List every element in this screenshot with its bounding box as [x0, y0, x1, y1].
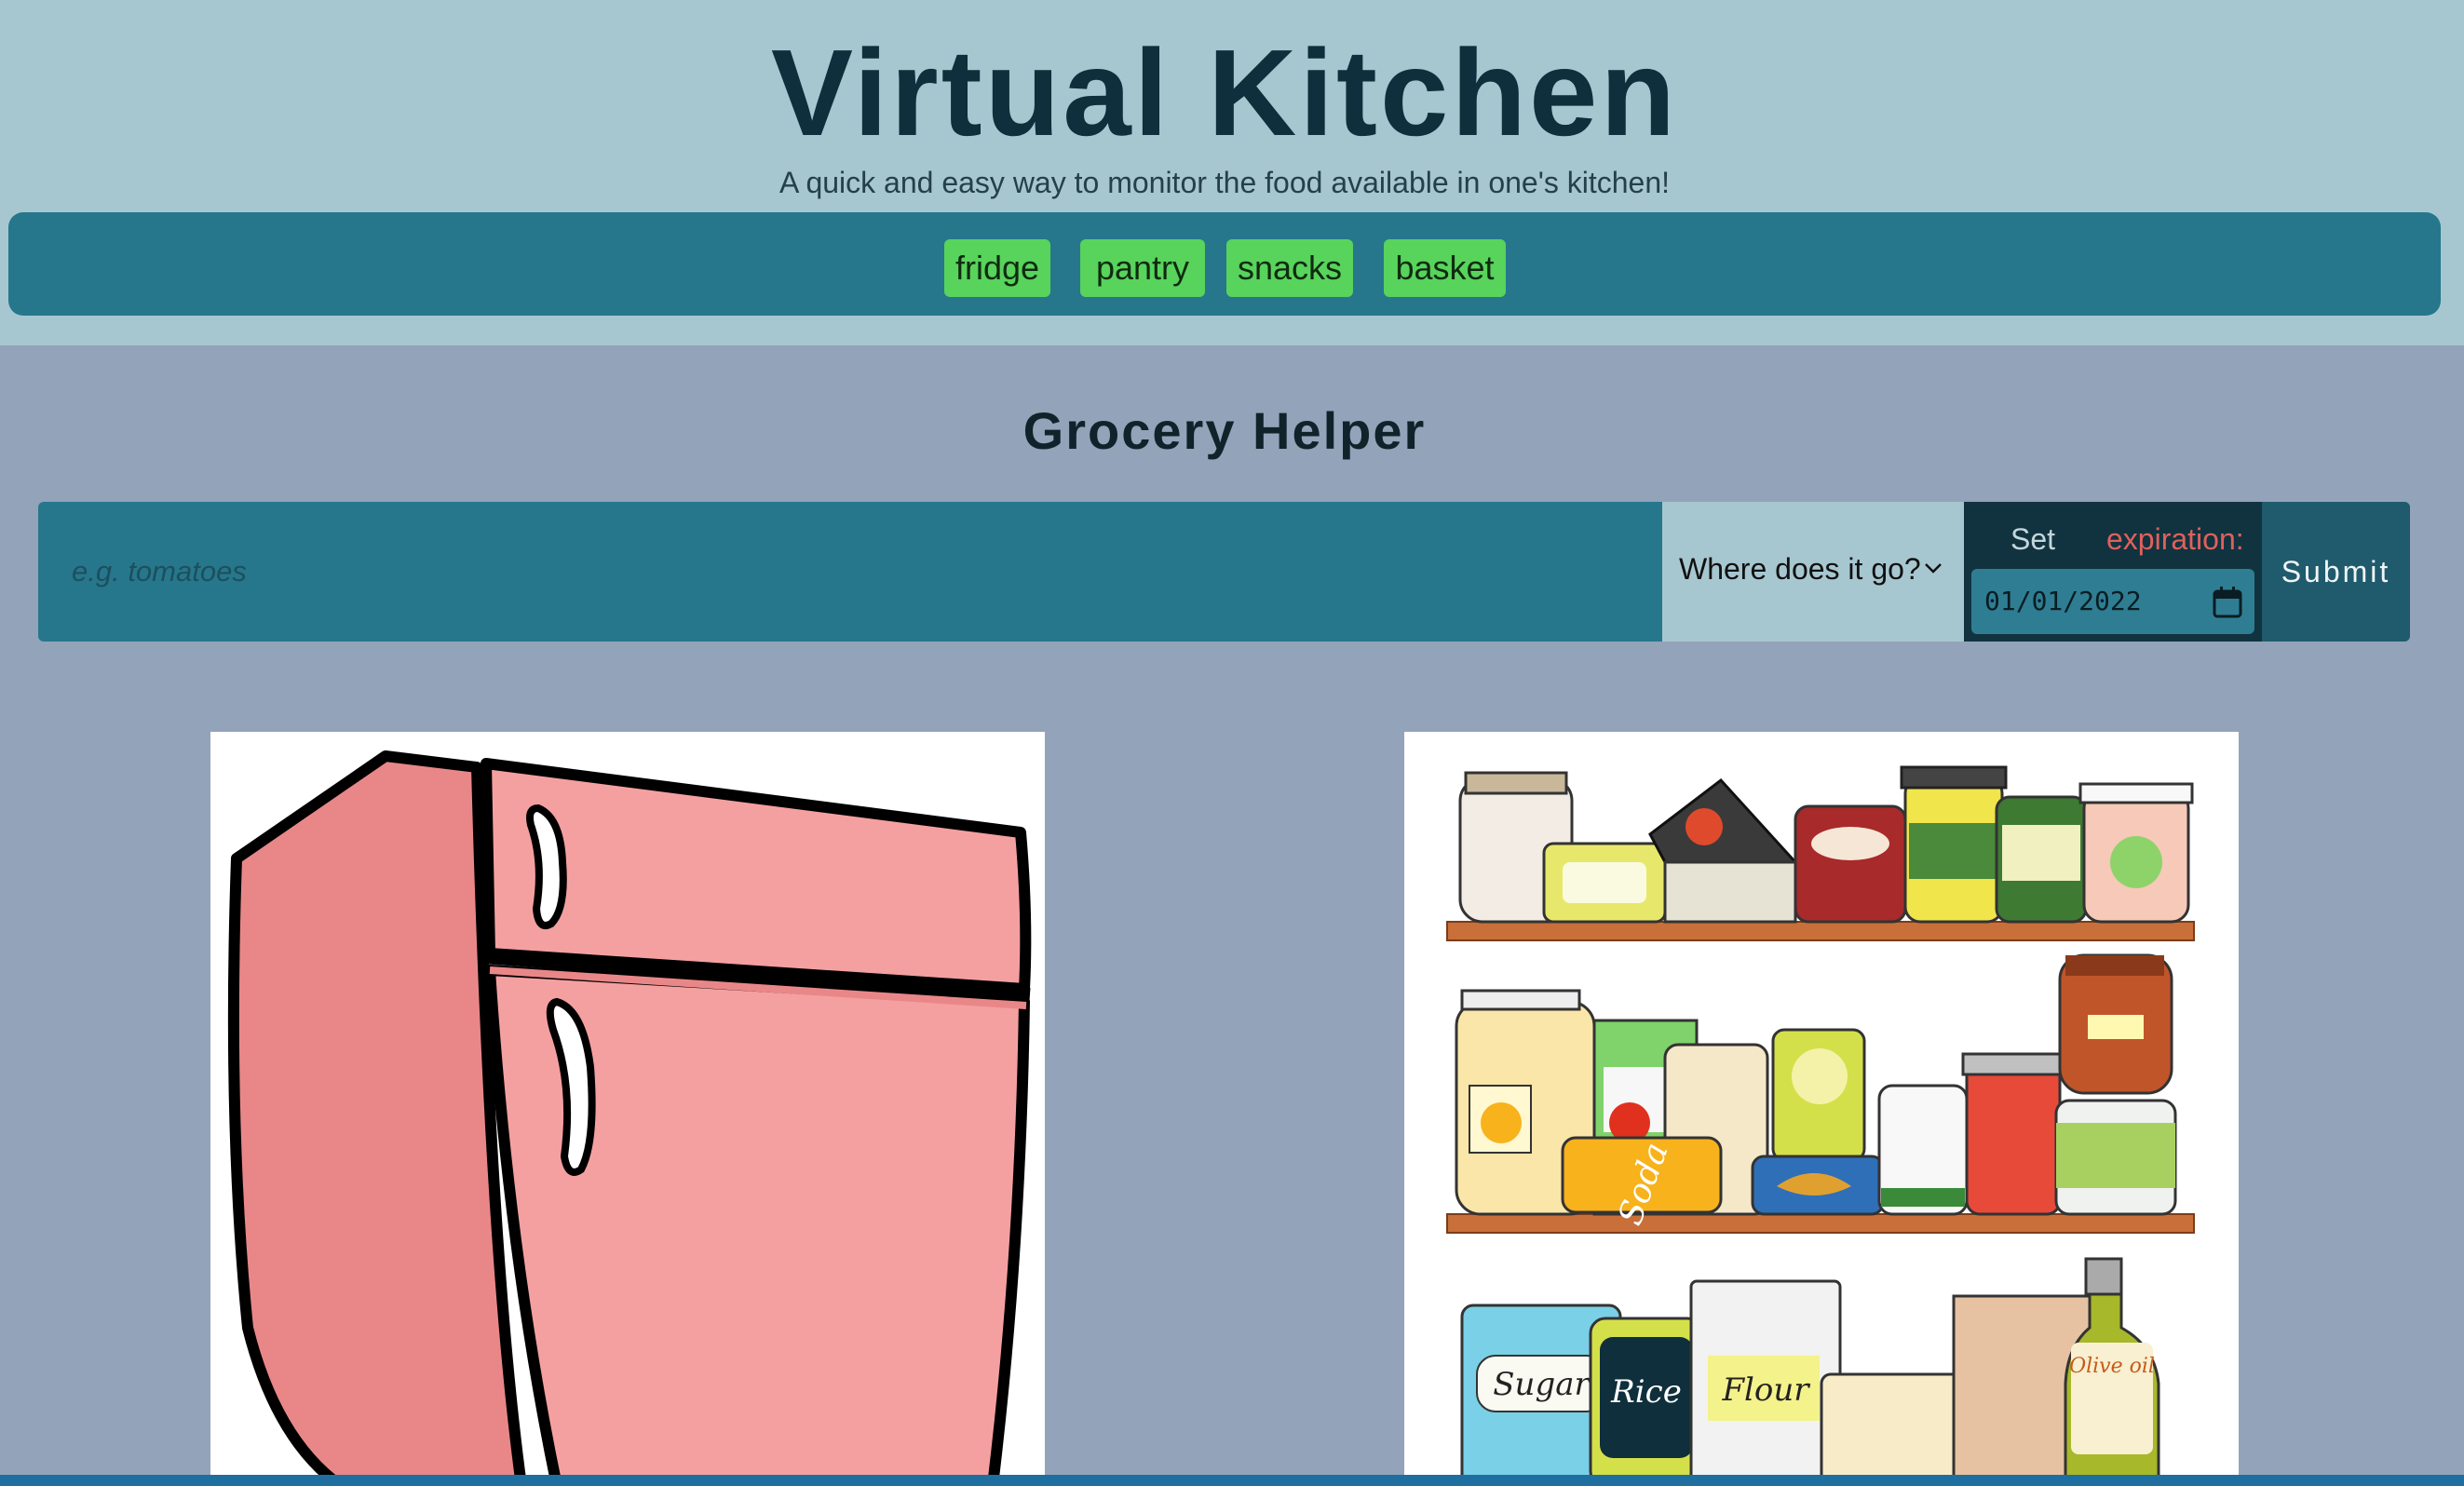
chevron-down-icon — [1925, 563, 1942, 574]
app-title: Virtual Kitchen — [770, 24, 1679, 161]
app-subtitle: A quick and easy way to monitor the food… — [778, 166, 1670, 199]
pantry-icon: Soda Sugar Rice Flour Olive oil — [1446, 765, 2195, 1486]
fridge-card[interactable] — [210, 732, 1045, 1486]
expiration-label: expiration: — [2106, 522, 2244, 556]
bottom-bar — [0, 1475, 2464, 1486]
date-value: 01/01/2022 — [1984, 586, 2142, 616]
nav-item-fridge[interactable]: fridge — [944, 239, 1050, 297]
grocery-form: Where does it go? Set expiration: 01/01/… — [38, 502, 2410, 642]
submit-button[interactable]: Submit — [2262, 502, 2410, 642]
site-header: Virtual Kitchen A quick and easy way to … — [0, 0, 2464, 345]
nav-item-pantry[interactable]: pantry — [1080, 239, 1205, 297]
expiration-group: Set expiration: 01/01/2022 — [1964, 502, 2262, 642]
expiration-set-label: Set — [2010, 522, 2056, 556]
rice-label: Rice — [1610, 1373, 1682, 1411]
nav-bar: fridge pantry snacks basket — [8, 212, 2441, 316]
olive-oil-label: Olive oil — [2069, 1355, 2155, 1378]
fridge-icon — [227, 750, 1032, 1486]
expiration-date-input[interactable]: 01/01/2022 — [1971, 569, 2254, 634]
sugar-label: Sugar — [1493, 1366, 1591, 1403]
location-select[interactable]: Where does it go? — [1662, 502, 1964, 642]
location-select-label: Where does it go? — [1679, 552, 1921, 586]
item-name-input[interactable] — [38, 502, 1662, 642]
pantry-card[interactable]: Soda Sugar Rice Flour Olive oil — [1404, 732, 2239, 1486]
flour-label: Flour — [1721, 1371, 1810, 1409]
nav-item-snacks[interactable]: snacks — [1226, 239, 1353, 297]
nav-item-basket[interactable]: basket — [1384, 239, 1506, 297]
calendar-icon[interactable] — [2212, 586, 2243, 619]
section-title: Grocery Helper — [1022, 401, 1427, 460]
